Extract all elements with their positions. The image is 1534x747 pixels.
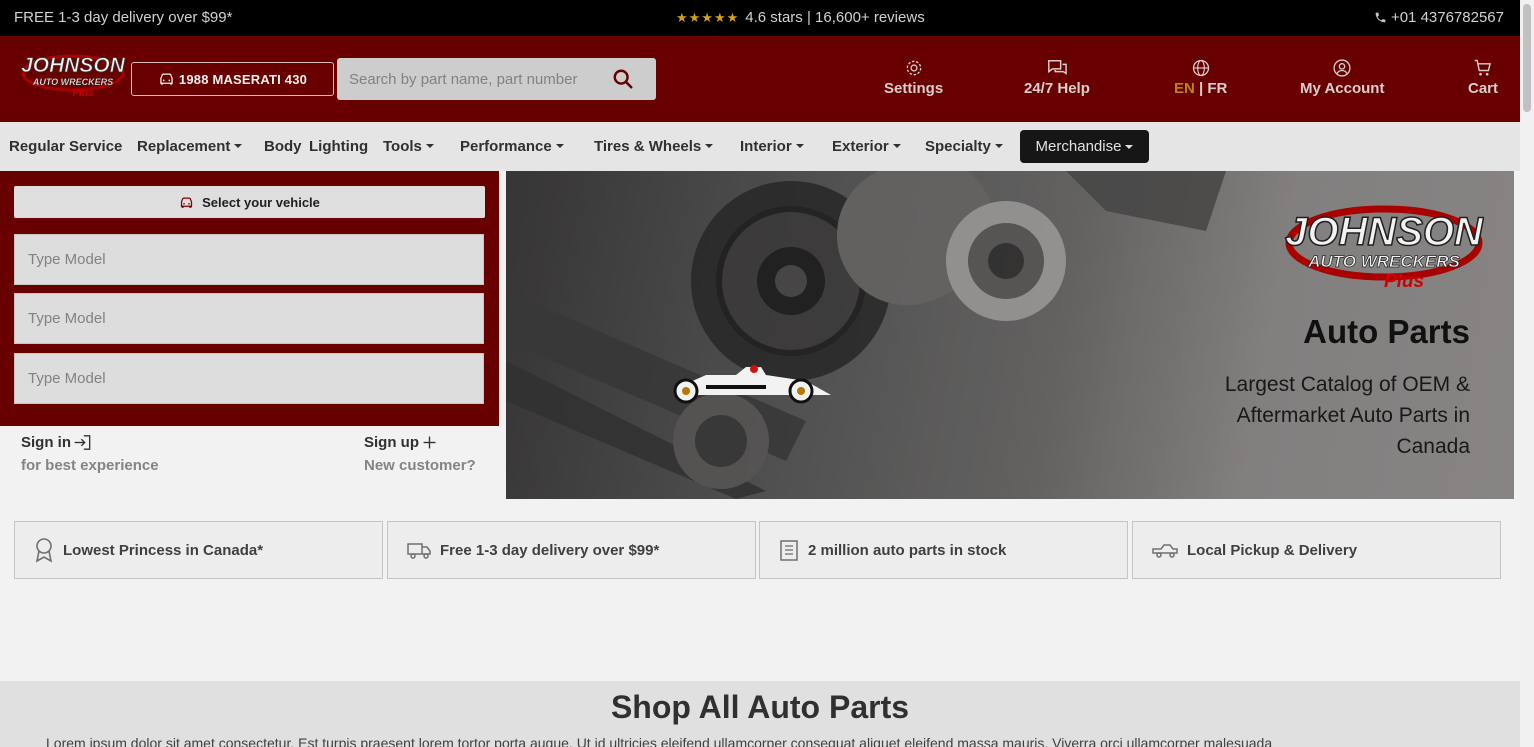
rating-summary[interactable]: ★★★★★ 4.6 stars | 16,600+ reviews xyxy=(676,9,925,26)
sign-up-block[interactable]: Sign up New customer? xyxy=(364,434,476,474)
model-input-1[interactable] xyxy=(28,251,458,268)
help-label: 24/7 Help xyxy=(1024,80,1090,97)
sign-in-link[interactable]: Sign in xyxy=(21,434,159,451)
phone-link[interactable]: +01 4376782567 xyxy=(1374,9,1504,26)
sign-up-label: Sign up xyxy=(364,434,419,451)
price-badge-icon xyxy=(35,538,53,563)
model-input-3[interactable] xyxy=(28,370,458,387)
select-vehicle-label: Select your vehicle xyxy=(202,194,320,210)
sign-in-icon xyxy=(74,435,91,450)
chat-icon xyxy=(1047,60,1067,75)
gear-icon xyxy=(906,60,921,76)
car-front-icon xyxy=(180,197,193,208)
svg-text:JOHNSON: JOHNSON xyxy=(21,54,126,77)
model-field-3 xyxy=(14,353,484,404)
globe-icon xyxy=(1192,59,1209,77)
nav-tools[interactable]: Tools xyxy=(383,138,434,155)
feature-lowest-price: Lowest Princess in Canada* xyxy=(14,521,383,579)
search-input[interactable] xyxy=(349,70,611,88)
plus-icon xyxy=(423,436,436,449)
sign-in-subtext: for best experience xyxy=(21,457,159,474)
vehicle-selector-panel: Select your vehicle xyxy=(0,171,499,426)
feature-parts-in-stock-label: 2 million auto parts in stock xyxy=(808,541,1007,559)
sign-up-subtext: New customer? xyxy=(364,457,476,474)
main-header: JOHNSON AUTO WRECKERS Plus 1988 MASERATI… xyxy=(0,36,1520,122)
nav-interior[interactable]: Interior xyxy=(740,138,804,155)
nav-exterior[interactable]: Exterior xyxy=(832,138,901,155)
race-car-icon xyxy=(673,365,831,404)
search-icon[interactable] xyxy=(612,68,634,90)
account-label: My Account xyxy=(1300,80,1385,97)
nav-replacement[interactable]: Replacement xyxy=(137,138,242,155)
lang-fr[interactable]: | FR xyxy=(1195,80,1227,97)
select-vehicle-header[interactable]: Select your vehicle xyxy=(14,186,485,218)
hero-description: Largest Catalog of OEM & Aftermarket Aut… xyxy=(1224,373,1470,458)
rating-text: 4.6 stars | 16,600+ reviews xyxy=(745,9,925,26)
sign-up-link[interactable]: Sign up xyxy=(364,434,476,451)
car-icon xyxy=(160,73,173,85)
shop-all-title: Shop All Auto Parts xyxy=(610,689,910,725)
nav-specialty[interactable]: Specialty xyxy=(925,138,1003,155)
model-field-1 xyxy=(14,234,484,285)
svg-text:AUTO WRECKERS: AUTO WRECKERS xyxy=(1307,252,1460,271)
svg-text:Plus: Plus xyxy=(72,88,94,99)
sign-in-block[interactable]: Sign in for best experience xyxy=(21,434,159,474)
model-input-2[interactable] xyxy=(28,310,458,327)
nav-body[interactable]: Body xyxy=(264,138,302,155)
feature-local-pickup-label: Local Pickup & Delivery xyxy=(1187,541,1358,559)
feature-local-pickup: Local Pickup & Delivery xyxy=(1132,521,1501,579)
settings-link[interactable]: Settings xyxy=(884,58,943,97)
settings-label: Settings xyxy=(884,80,944,97)
nav-lighting[interactable]: Lighting xyxy=(309,138,368,155)
shop-all-description: Lorem ipsum dolor sit amet consectetur. … xyxy=(46,735,1273,747)
johnson-logo[interactable]: JOHNSON AUTO WRECKERS Plus xyxy=(20,50,126,100)
feature-parts-in-stock: 2 million auto parts in stock xyxy=(759,521,1128,579)
account-link[interactable]: My Account xyxy=(1300,58,1384,97)
pickup-truck-icon xyxy=(1152,544,1178,558)
page-scrollbar[interactable] xyxy=(1520,0,1534,747)
vehicle-label: 1988 MASERATI 430 xyxy=(178,71,308,87)
merchandise-label: Merchandise xyxy=(1035,138,1122,155)
language-switcher[interactable]: EN | FR xyxy=(1174,58,1227,97)
cart-link[interactable]: Cart xyxy=(1468,58,1498,97)
hero-title: Auto Parts xyxy=(1303,313,1470,350)
feature-free-delivery-label: Free 1-3 day delivery over $99* xyxy=(440,541,660,559)
hero-johnson-logo: JOHNSON AUTO WRECKERS Plus xyxy=(1284,205,1484,292)
svg-text:AUTO WRECKERS: AUTO WRECKERS xyxy=(32,77,113,87)
user-icon xyxy=(1333,59,1351,77)
svg-text:JOHNSON: JOHNSON xyxy=(1285,210,1484,254)
star-rating-icon: ★★★★★ xyxy=(676,9,740,25)
nav-performance[interactable]: Performance xyxy=(460,138,564,155)
phone-number: +01 4376782567 xyxy=(1390,9,1504,26)
phone-icon xyxy=(1375,12,1386,23)
nav-merchandise[interactable]: Merchandise xyxy=(1020,130,1149,163)
hero-banner[interactable]: JOHNSON AUTO WRECKERS Plus Auto Parts La… xyxy=(506,171,1514,499)
warehouse-icon xyxy=(780,540,798,561)
cart-label: Cart xyxy=(1468,80,1499,97)
help-link[interactable]: 24/7 Help xyxy=(1024,58,1090,97)
lang-en[interactable]: EN xyxy=(1174,80,1195,97)
shop-all-section: Shop All Auto Parts Lorem ipsum dolor si… xyxy=(0,681,1520,747)
scrollbar-thumb[interactable] xyxy=(1523,4,1531,112)
language-options: EN | FR xyxy=(1174,80,1227,97)
selected-vehicle-button[interactable]: 1988 MASERATI 430 xyxy=(131,62,334,96)
feature-lowest-price-label: Lowest Princess in Canada* xyxy=(63,541,264,559)
nav-tires-wheels[interactable]: Tires & Wheels xyxy=(594,138,713,155)
cart-icon xyxy=(1474,59,1491,76)
search-bar xyxy=(337,58,656,100)
nav-regular-service[interactable]: Regular Service xyxy=(9,138,122,155)
delivery-promo-text: FREE 1-3 day delivery over $99* xyxy=(14,9,233,26)
svg-text:Plus: Plus xyxy=(1384,271,1424,292)
delivery-truck-icon xyxy=(407,543,431,559)
sign-in-label: Sign in xyxy=(21,434,71,451)
top-announcement-bar: FREE 1-3 day delivery over $99* ★★★★★ 4.… xyxy=(0,0,1520,36)
model-field-2 xyxy=(14,293,484,344)
category-nav: Regular Service Replacement Body Lightin… xyxy=(0,122,1520,171)
feature-free-delivery: Free 1-3 day delivery over $99* xyxy=(387,521,756,579)
